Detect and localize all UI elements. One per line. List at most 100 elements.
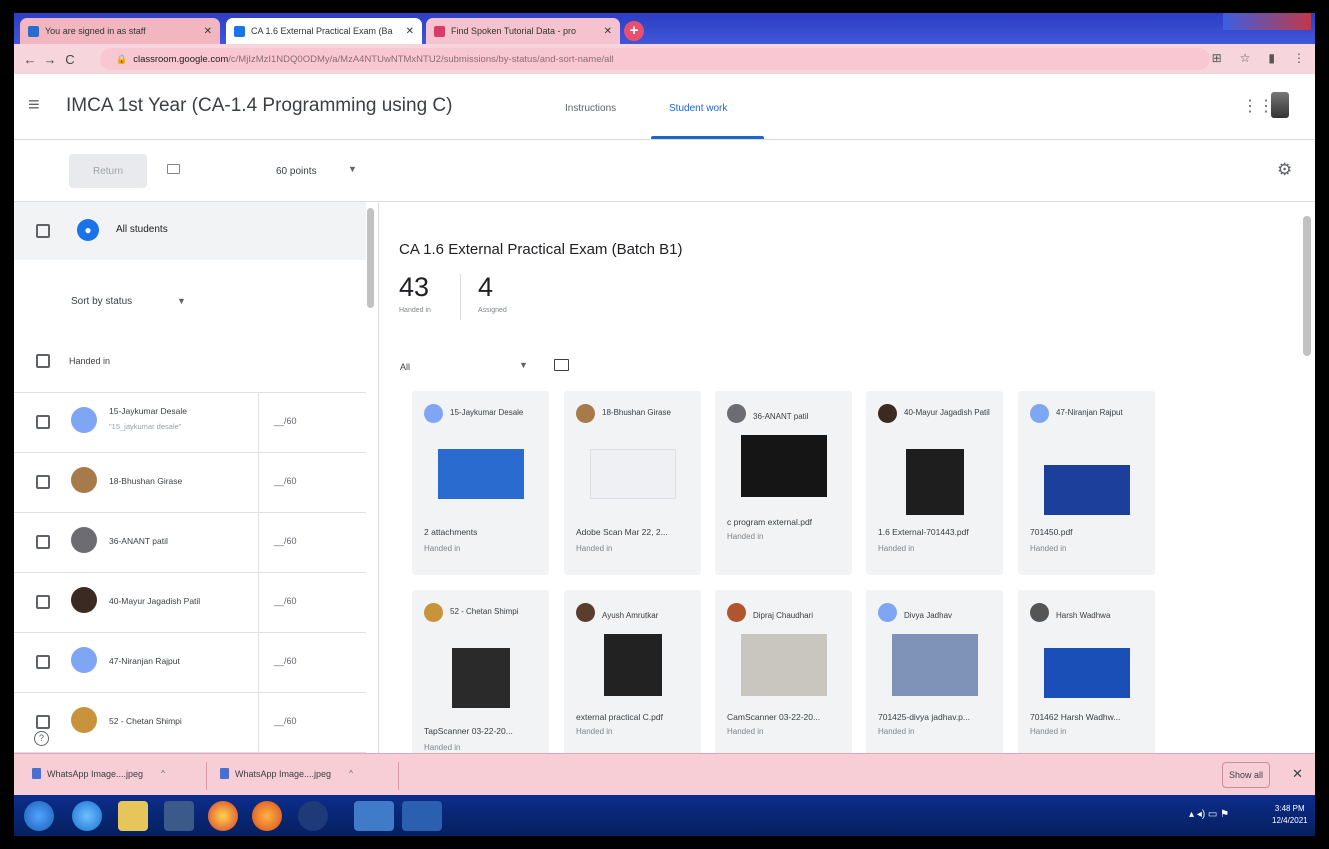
left-scrollbar[interactable]: [367, 208, 374, 308]
taskbar-clock[interactable]: 3:48 PM 12/4/2021: [1272, 803, 1308, 827]
student-list-panel: ● All students Sort by status ▼ Handed i…: [14, 202, 379, 753]
sort-select[interactable]: Sort by status: [71, 296, 132, 307]
filter-select[interactable]: All: [400, 362, 410, 372]
chevron-down-icon[interactable]: ▼: [519, 360, 528, 370]
grade-input[interactable]: __/60: [274, 656, 297, 666]
attachment-thumbnail[interactable]: [438, 449, 524, 499]
bookmark-star-icon[interactable]: ☆: [1240, 51, 1251, 65]
system-tray[interactable]: ▴ ◂) ▭ ⚑: [1189, 809, 1229, 820]
gear-icon[interactable]: ⚙: [1277, 160, 1292, 180]
forward-arrow-icon[interactable]: →: [40, 52, 60, 67]
tab-student-work[interactable]: Student work: [669, 103, 727, 114]
class-title[interactable]: IMCA 1st Year (CA-1.4 Programming using …: [66, 95, 453, 117]
word-icon[interactable]: [402, 801, 442, 831]
firefox-icon[interactable]: [252, 801, 282, 831]
close-tab-icon[interactable]: ✕: [406, 26, 414, 37]
student-row[interactable]: 36-ANANT patil __/60: [14, 512, 366, 573]
help-icon[interactable]: ?: [34, 731, 49, 746]
all-students-row[interactable]: ● All students: [14, 202, 366, 260]
browser-tab-2[interactable]: CA 1.6 External Practical Exam (Ba ✕: [226, 18, 422, 44]
close-tab-icon[interactable]: ✕: [204, 26, 212, 37]
student-checkbox[interactable]: [36, 595, 50, 609]
internet-explorer-icon[interactable]: [72, 801, 102, 831]
browser-tab-3[interactable]: Find Spoken Tutorial Data - pro ✕: [426, 18, 620, 44]
chrome-icon[interactable]: [208, 801, 238, 831]
file-explorer-icon[interactable]: [118, 801, 148, 831]
close-icon[interactable]: ✕: [1292, 766, 1303, 782]
attachment-thumbnail[interactable]: [892, 634, 978, 696]
translate-icon[interactable]: ⊞: [1212, 51, 1222, 65]
attachment-thumbnail[interactable]: [741, 435, 827, 497]
student-row[interactable]: 40-Mayur Jagadish Patil __/60: [14, 572, 366, 633]
extension-icon[interactable]: ▮: [1268, 51, 1275, 65]
submission-card[interactable]: Ayush Amrutkar external practical C.pdf …: [564, 590, 701, 753]
main-scrollbar[interactable]: [1303, 216, 1311, 356]
chevron-up-icon[interactable]: ^: [161, 769, 165, 778]
browser-menu-icon[interactable]: ⋮: [1293, 51, 1305, 65]
submission-card[interactable]: 18-Bhushan Girase Adobe Scan Mar 22, 2..…: [564, 391, 701, 575]
student-name: 18-Bhushan Girase: [109, 476, 183, 486]
submission-card[interactable]: 15-Jaykumar Desale 2 attachments Handed …: [412, 391, 549, 575]
submission-card[interactable]: 47-Niranjan Rajput 701450.pdf Handed in: [1018, 391, 1155, 575]
submission-card[interactable]: 36-ANANT patil c program external.pdf Ha…: [715, 391, 852, 575]
media-player-icon[interactable]: [164, 801, 194, 831]
close-tab-icon[interactable]: ✕: [604, 26, 612, 37]
student-row[interactable]: 18-Bhushan Girase __/60: [14, 452, 366, 513]
attachment-thumbnail[interactable]: [590, 449, 676, 499]
card-student-name: 52 - Chetan Shimpi: [450, 607, 519, 616]
student-row[interactable]: 52 - Chetan Shimpi __/60: [14, 692, 366, 753]
attachment-thumbnail[interactable]: [1044, 648, 1130, 698]
chevron-down-icon[interactable]: ▼: [177, 296, 186, 306]
chevron-down-icon[interactable]: ▼: [348, 164, 357, 174]
email-icon[interactable]: [167, 164, 180, 174]
back-arrow-icon[interactable]: ←: [20, 52, 40, 67]
group-icon: ●: [77, 219, 99, 241]
show-all-button[interactable]: Show all: [1222, 762, 1270, 788]
app-icon[interactable]: [298, 801, 328, 831]
chevron-up-icon[interactable]: ^: [349, 769, 353, 778]
account-avatar[interactable]: [1271, 92, 1289, 118]
browser-tab-1[interactable]: You are signed in as staff ✕: [20, 18, 220, 44]
grading-toolbar: Return 60 points ▼ ⚙: [14, 140, 1315, 202]
tab-instructions[interactable]: Instructions: [565, 103, 616, 114]
all-students-checkbox[interactable]: [36, 224, 50, 238]
handed-in-checkbox[interactable]: [36, 354, 50, 368]
grade-input[interactable]: __/60: [274, 476, 297, 486]
download-item[interactable]: WhatsApp Image....jpeg ^: [32, 768, 165, 779]
attachment-thumbnail[interactable]: [906, 449, 964, 515]
return-button[interactable]: Return: [69, 154, 147, 188]
submission-card[interactable]: 52 - Chetan Shimpi TapScanner 03-22-20..…: [412, 590, 549, 753]
attachment-thumbnail[interactable]: [741, 634, 827, 696]
window-controls[interactable]: [1223, 13, 1311, 30]
attachment-thumbnail[interactable]: [604, 634, 662, 696]
student-checkbox[interactable]: [36, 415, 50, 429]
points-select[interactable]: 60 points: [276, 166, 317, 177]
attachment-thumbnail[interactable]: [1044, 465, 1130, 515]
submission-card[interactable]: Divya Jadhav 701425-divya jadhav.p... Ha…: [866, 590, 1003, 753]
submission-status: Handed in: [878, 544, 915, 553]
student-checkbox[interactable]: [36, 475, 50, 489]
url-input[interactable]: 🔒 classroom.google.com/c/MjIzMzI1NDQ0ODMy…: [100, 48, 1210, 70]
student-checkbox[interactable]: [36, 535, 50, 549]
student-row[interactable]: 47-Niranjan Rajput __/60: [14, 632, 366, 693]
submission-status: Handed in: [1030, 544, 1067, 553]
folder-icon[interactable]: [554, 359, 569, 371]
download-item[interactable]: WhatsApp Image....jpeg ^: [220, 768, 353, 779]
new-tab-plus-icon[interactable]: +: [624, 21, 644, 41]
grade-input[interactable]: __/60: [274, 536, 297, 546]
grade-input[interactable]: __/60: [274, 416, 297, 426]
grade-input[interactable]: __/60: [274, 716, 297, 726]
reload-icon[interactable]: C: [60, 52, 80, 67]
main-menu-icon[interactable]: ≡: [28, 94, 40, 117]
student-row[interactable]: 15-Jaykumar Desale "15_jaykumar desale" …: [14, 392, 366, 453]
grade-input[interactable]: __/60: [274, 596, 297, 606]
student-checkbox[interactable]: [36, 655, 50, 669]
submission-card[interactable]: Dipraj Chaudhari CamScanner 03-22-20... …: [715, 590, 852, 753]
attachment-thumbnail[interactable]: [452, 648, 510, 708]
submission-card[interactable]: 40-Mayur Jagadish Patil 1.6 External-701…: [866, 391, 1003, 575]
start-button-icon[interactable]: [24, 801, 54, 831]
student-checkbox[interactable]: [36, 715, 50, 729]
attachment-name: 1.6 External-701443.pdf: [878, 527, 969, 537]
submission-card[interactable]: Harsh Wadhwa 701462 Harsh Wadhw... Hande…: [1018, 590, 1155, 753]
chrome-taskbar-item-icon[interactable]: [354, 801, 394, 831]
